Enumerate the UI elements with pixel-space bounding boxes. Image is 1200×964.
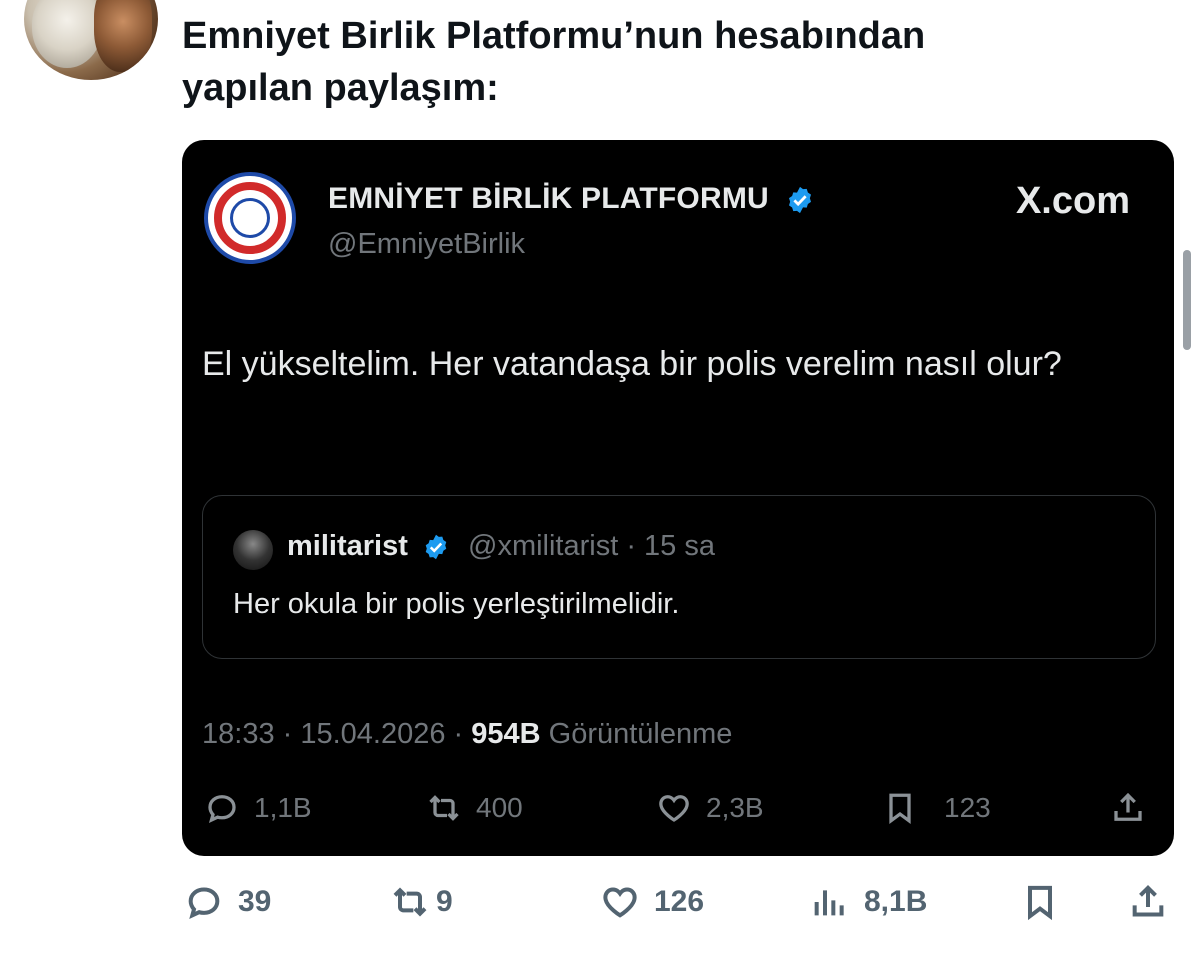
repost-icon [429,795,459,821]
embedded-repost-button[interactable]: 400 [426,790,523,826]
avatar-wolf-image [32,0,102,68]
quoted-header: militarist @xmilitarist · 15 sa [287,530,715,563]
like-button[interactable]: 126 [600,882,704,922]
embedded-repost-count: 400 [476,792,523,823]
source-watermark: X.com [1015,180,1130,222]
share-icon [1114,792,1142,821]
verified-badge-icon [789,186,812,214]
repost-icon [393,887,427,917]
heart-icon [603,887,637,918]
views-button[interactable]: 8,1B [810,882,927,922]
embedded-action-bar: 1,1B 400 2,3B 123 [182,790,1174,830]
quoted-post[interactable]: militarist @xmilitarist · 15 sa Her okul… [202,495,1156,659]
repost-button[interactable]: 9 [390,882,453,922]
user-avatar[interactable] [24,0,158,80]
account-handle: @EmniyetBirlik [328,228,526,260]
share-button[interactable] [1128,882,1168,922]
embedded-share-button[interactable] [1110,790,1146,826]
account-name: EMNİYET BİRLİK PLATFORMU [328,182,815,216]
share-icon [1132,885,1164,917]
like-count: 126 [654,885,705,918]
post-body: El yükseltelim. Her vatandaşa bir polis … [202,345,1062,383]
emniyet-birlik-logo [204,172,296,264]
post-timestamp: 18:33 · 15.04.2026 · 954B Görüntülenme [202,718,732,751]
account-name-text: EMNİYET BİRLİK PLATFORMU [328,182,769,215]
embedded-like-button[interactable]: 2,3B [656,790,764,826]
logo-emblem [230,198,270,238]
embedded-post-screenshot[interactable]: EMNİYET BİRLİK PLATFORMU @EmniyetBirlik … [182,140,1174,856]
bookmark-button[interactable] [1020,882,1060,922]
views-label: Görüntülenme [540,718,733,750]
analytics-icon [814,890,844,916]
bookmark-icon [889,793,911,825]
quoted-body: Her okula bir polis yerleştirilmelidir. [233,588,680,620]
embedded-reply-count: 1,1B [254,792,312,823]
embedded-like-count: 2,3B [706,792,764,823]
heart-icon [659,795,689,822]
avatar-person-image [94,0,152,72]
tweet-text: Emniyet Birlik Platformu’nun hesabından … [182,15,926,109]
embedded-bookmark-count: 123 [944,792,991,823]
tweet-action-bar: 39 9 126 8,1B [0,882,1200,932]
repost-count: 9 [436,885,453,918]
reply-button[interactable]: 39 [184,882,271,922]
views-count: 8,1B [864,885,928,918]
quoted-handle-time: @xmilitarist · 15 sa [468,530,715,562]
verified-badge-icon [425,535,447,560]
timestamp-text: 18:33 · 15.04.2026 · [202,718,472,750]
bookmark-icon [1028,885,1052,921]
reply-icon [188,887,220,919]
views-count: 954B [471,718,541,750]
quoted-avatar [233,530,273,570]
reply-count: 39 [238,885,272,918]
scrollbar[interactable] [1183,250,1191,350]
reply-icon [208,795,236,823]
embedded-reply-button[interactable]: 1,1B [204,790,312,826]
embedded-bookmark-button[interactable]: 123 [882,790,991,826]
quoted-name: militarist [287,530,408,562]
